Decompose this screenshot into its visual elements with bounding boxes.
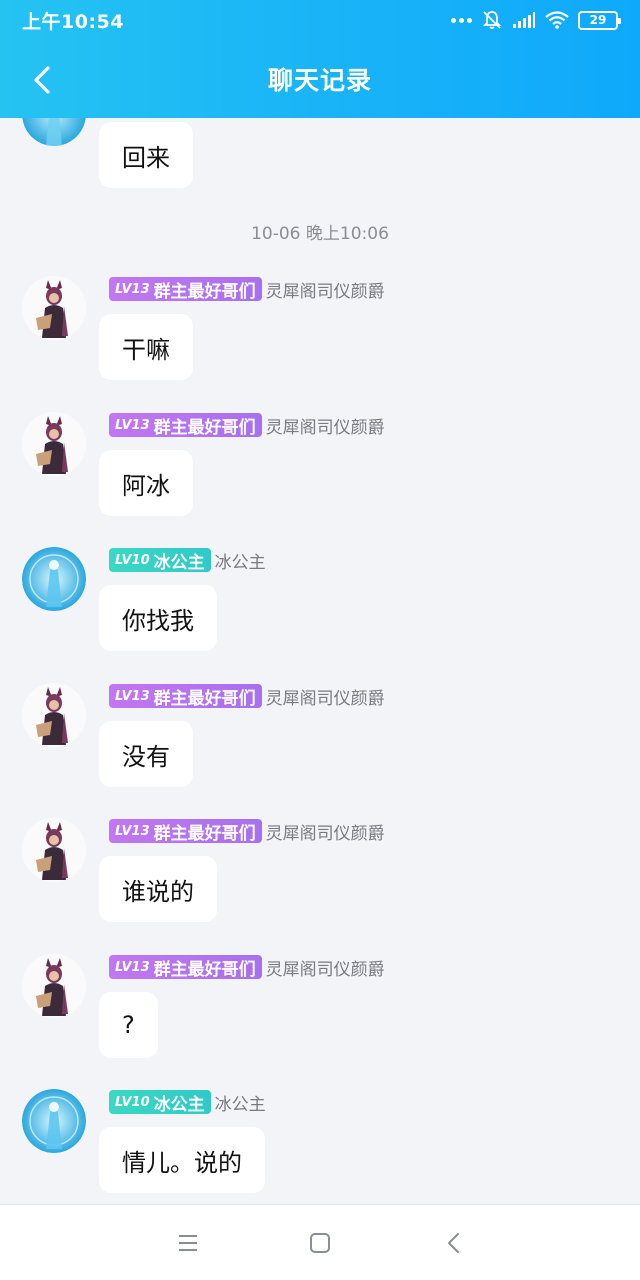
message-text: 谁说的	[122, 877, 194, 906]
message-meta: LV10 冰公主 冰公主	[109, 547, 266, 573]
message-text: ?	[122, 1011, 135, 1039]
page-title: 聊天记录	[267, 66, 372, 95]
badge-title: 群主最好哥们	[153, 281, 256, 302]
top-bar: 上午10:54 29 聊天记录	[0, 0, 640, 118]
status-bar: 上午10:54 29	[0, 0, 640, 40]
message-meta: LV13 群主最好哥们 灵犀阁司仪颜爵	[109, 412, 385, 438]
status-icons: 29	[451, 9, 621, 31]
badge-title: 冰公主	[153, 1094, 205, 1115]
message-bubble[interactable]: 你找我	[99, 585, 217, 651]
more-dots-icon	[451, 17, 472, 23]
badge-title: 群主最好哥们	[153, 959, 256, 980]
home-square-icon[interactable]	[306, 1229, 334, 1257]
chevron-left-icon[interactable]	[26, 62, 62, 98]
message-meta: LV13 群主最好哥们 灵犀阁司仪颜爵	[109, 954, 385, 980]
robed-character-avatar[interactable]	[22, 276, 86, 340]
menu-icon[interactable]	[174, 1229, 202, 1257]
nickname[interactable]: 灵犀阁司仪颜爵	[266, 277, 385, 302]
level-label: LV10	[115, 552, 150, 568]
nickname[interactable]: 灵犀阁司仪颜爵	[266, 955, 385, 980]
robed-character-avatar[interactable]	[22, 683, 86, 747]
message-bubble[interactable]: 谁说的	[99, 856, 217, 922]
message-bubble[interactable]: 阿冰	[99, 450, 193, 516]
member-badge: LV10 冰公主	[109, 1090, 211, 1115]
badge-title: 群主最好哥们	[153, 823, 256, 844]
wifi-icon	[545, 11, 569, 29]
level-label: LV13	[115, 688, 150, 704]
ice-princess-avatar[interactable]	[22, 1089, 86, 1153]
badge-title: 群主最好哥们	[153, 417, 256, 438]
battery-level: 29	[589, 13, 607, 27]
nickname[interactable]: 灵犀阁司仪颜爵	[266, 413, 385, 438]
mute-bell-icon	[482, 11, 502, 29]
level-label: LV13	[115, 823, 150, 839]
nickname[interactable]: 冰公主	[215, 548, 266, 573]
message-meta: LV13 群主最好哥们 灵犀阁司仪颜爵	[109, 276, 385, 302]
battery-icon: 29	[578, 10, 621, 30]
message-text: 阿冰	[122, 471, 170, 500]
member-badge: LV10 冰公主	[109, 548, 211, 573]
nickname[interactable]: 灵犀阁司仪颜爵	[266, 819, 385, 844]
chat-history[interactable]: 回来 10-06 晚上10:06 LV13 群主最好哥们 灵犀阁司仪颜爵 干嘛	[0, 118, 640, 1204]
message-text: 没有	[122, 742, 170, 771]
message-text: 你找我	[122, 606, 194, 635]
badge-title: 群主最好哥们	[153, 688, 256, 709]
system-nav-bar	[0, 1204, 640, 1280]
message-text: 回来	[122, 143, 170, 172]
time-divider: 10-06 晚上10:06	[251, 224, 389, 244]
badge-title: 冰公主	[153, 552, 205, 573]
message-text: 情儿。说的	[122, 1148, 242, 1177]
nickname[interactable]: 冰公主	[215, 1090, 266, 1115]
member-badge: LV13 群主最好哥们	[109, 277, 262, 302]
nickname[interactable]: 灵犀阁司仪颜爵	[266, 684, 385, 709]
robed-character-avatar[interactable]	[22, 818, 86, 882]
level-label: LV13	[115, 281, 150, 297]
level-label: LV13	[115, 417, 150, 433]
message-bubble[interactable]: 干嘛	[99, 314, 193, 380]
status-time: 上午10:54	[22, 10, 124, 33]
member-badge: LV13 群主最好哥们	[109, 413, 262, 438]
message-meta: LV10 冰公主 冰公主	[109, 1089, 266, 1115]
signal-icon	[513, 12, 535, 28]
level-label: LV13	[115, 959, 150, 975]
member-badge: LV13 群主最好哥们	[109, 819, 262, 844]
level-label: LV10	[115, 1094, 150, 1110]
member-badge: LV13 群主最好哥们	[109, 955, 262, 980]
robed-character-avatar[interactable]	[22, 412, 86, 476]
back-triangle-icon[interactable]	[440, 1229, 468, 1257]
message-meta: LV13 群主最好哥们 灵犀阁司仪颜爵	[109, 683, 385, 709]
message-meta: LV13 群主最好哥们 灵犀阁司仪颜爵	[109, 818, 385, 844]
ice-princess-avatar[interactable]	[22, 118, 86, 146]
message-bubble[interactable]: ?	[99, 992, 158, 1058]
message-text: 干嘛	[122, 335, 170, 364]
message-bubble[interactable]: 没有	[99, 721, 193, 787]
ice-princess-avatar[interactable]	[22, 547, 86, 611]
member-badge: LV13 群主最好哥们	[109, 684, 262, 709]
message-bubble[interactable]: 情儿。说的	[99, 1127, 265, 1193]
message-bubble[interactable]: 回来	[99, 122, 193, 188]
robed-character-avatar[interactable]	[22, 954, 86, 1018]
nav-bar: 聊天记录	[0, 40, 640, 118]
